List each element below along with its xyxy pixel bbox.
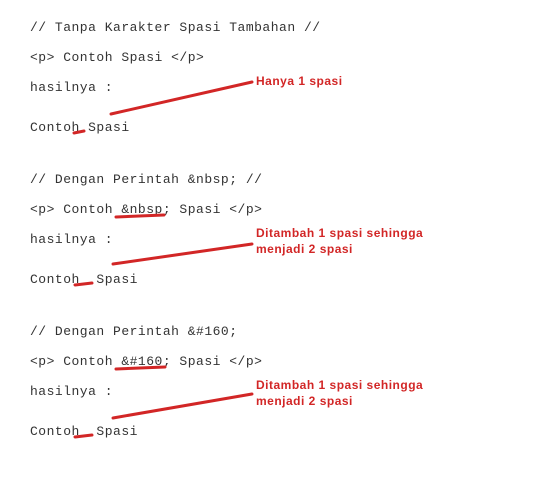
block1-result: Contoh Spasi — [30, 120, 130, 135]
document-page: // Tanpa Karakter Spasi Tambahan // <p> … — [0, 0, 535, 500]
block2-result: Contoh Spasi — [30, 272, 138, 287]
block3-comment: // Dengan Perintah &#160; — [30, 324, 238, 339]
block2-comment: // Dengan Perintah &nbsp; // — [30, 172, 262, 187]
block3-annotation: Ditambah 1 spasi sehingga menjadi 2 spas… — [256, 377, 423, 409]
block3-result: Contoh Spasi — [30, 424, 138, 439]
block3-result-label: hasilnya : — [30, 384, 113, 399]
block1-result-label: hasilnya : — [30, 80, 113, 95]
block2-result-label: hasilnya : — [30, 232, 113, 247]
block3-code: <p> Contoh &#160; Spasi </p> — [30, 354, 262, 369]
block1-code: <p> Contoh Spasi </p> — [30, 50, 204, 65]
block2-annotation: Ditambah 1 spasi sehingga menjadi 2 spas… — [256, 225, 423, 257]
block1-annotation: Hanya 1 spasi — [256, 73, 343, 89]
block2-code: <p> Contoh &nbsp; Spasi </p> — [30, 202, 262, 217]
block1-comment: // Tanpa Karakter Spasi Tambahan // — [30, 20, 321, 35]
